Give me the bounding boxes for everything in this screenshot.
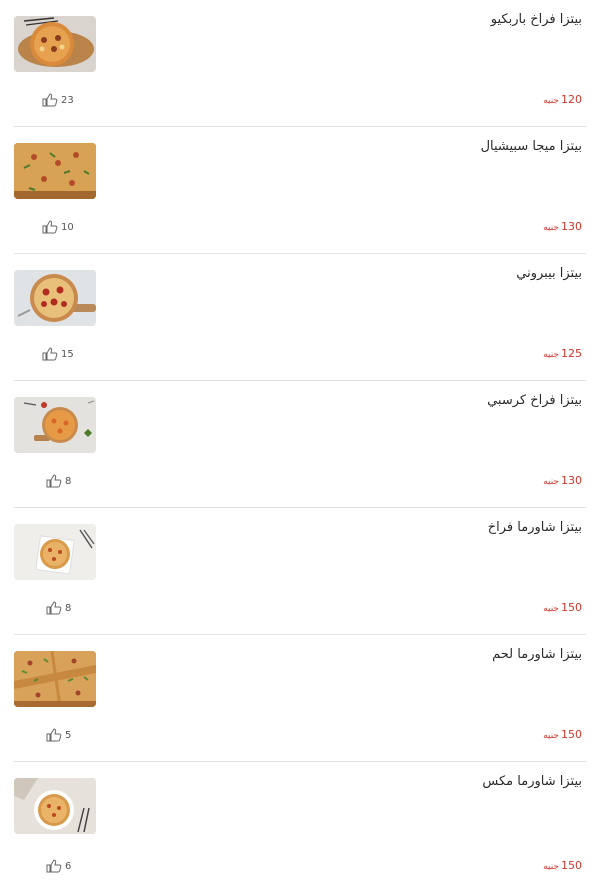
item-title: بيتزا شاورما مكس <box>482 774 582 789</box>
like-count: 15 <box>61 348 74 360</box>
price-currency: جنيه <box>543 731 559 741</box>
thumbs-up-icon <box>46 601 62 615</box>
price-amount: 150 <box>561 601 582 614</box>
like-button[interactable]: 6 <box>46 858 71 874</box>
like-count: 8 <box>65 602 72 614</box>
like-count: 8 <box>65 475 72 487</box>
thumbs-up-icon <box>46 474 62 488</box>
thumbs-up-icon <box>46 728 62 742</box>
like-count: 6 <box>65 860 72 872</box>
like-count: 23 <box>61 94 74 106</box>
list-item[interactable]: بيتزا شاورما فراخ 8 150 جنيه <box>0 508 600 635</box>
price-amount: 130 <box>561 474 582 487</box>
price-amount: 150 <box>561 728 582 741</box>
price-currency: جنيه <box>543 604 559 614</box>
item-title: بيتزا فراخ كرسبي <box>487 393 582 408</box>
item-price: 150 جنيه <box>543 601 582 614</box>
item-image[interactable] <box>14 778 96 834</box>
thumbs-up-icon <box>46 859 62 873</box>
price-amount: 150 <box>561 859 582 872</box>
item-title: بيتزا فراخ باربكيو <box>490 12 582 27</box>
list-item[interactable]: بيتزا فراخ باربكيو 23 120 جنيه <box>0 0 600 127</box>
item-price: 150 جنيه <box>543 859 582 872</box>
thumbs-up-icon <box>42 93 58 107</box>
list-item[interactable]: بيتزا ميجا سبيشيال 10 130 جنيه <box>0 127 600 254</box>
item-image[interactable] <box>14 270 96 326</box>
item-image[interactable] <box>14 397 96 453</box>
price-currency: جنيه <box>543 350 559 360</box>
item-title: بيتزا شاورما فراخ <box>487 520 582 535</box>
menu-list: بيتزا فراخ باربكيو 23 120 جنيه بيتزا ميج… <box>0 0 600 887</box>
price-amount: 125 <box>561 347 582 360</box>
item-price: 120 جنيه <box>543 93 582 106</box>
list-item[interactable]: بيتزا شاورما مكس 6 150 جنيه <box>0 762 600 887</box>
price-amount: 130 <box>561 220 582 233</box>
price-currency: جنيه <box>543 477 559 487</box>
price-currency: جنيه <box>543 96 559 106</box>
item-price: 130 جنيه <box>543 474 582 487</box>
list-item[interactable]: بيتزا بيبروني 15 125 جنيه <box>0 254 600 381</box>
item-title: بيتزا ميجا سبيشيال <box>480 139 582 154</box>
price-currency: جنيه <box>543 223 559 233</box>
list-item[interactable]: بيتزا شاورما لحم 5 150 جنيه <box>0 635 600 762</box>
item-image[interactable] <box>14 143 96 199</box>
list-item[interactable]: بيتزا فراخ كرسبي 8 130 جنيه <box>0 381 600 508</box>
like-button[interactable]: 5 <box>46 727 71 743</box>
item-price: 150 جنيه <box>543 728 582 741</box>
item-image[interactable] <box>14 651 96 707</box>
item-title: بيتزا بيبروني <box>516 266 582 281</box>
like-count: 10 <box>61 221 74 233</box>
like-count: 5 <box>65 729 72 741</box>
item-image[interactable] <box>14 524 96 580</box>
price-amount: 120 <box>561 93 582 106</box>
item-price: 125 جنيه <box>543 347 582 360</box>
like-button[interactable]: 23 <box>42 92 74 108</box>
like-button[interactable]: 8 <box>46 600 71 616</box>
item-image[interactable] <box>14 16 96 72</box>
like-button[interactable]: 10 <box>42 219 74 235</box>
thumbs-up-icon <box>42 347 58 361</box>
thumbs-up-icon <box>42 220 58 234</box>
price-currency: جنيه <box>543 862 559 872</box>
item-title: بيتزا شاورما لحم <box>492 647 582 662</box>
like-button[interactable]: 8 <box>46 473 71 489</box>
like-button[interactable]: 15 <box>42 346 74 362</box>
item-price: 130 جنيه <box>543 220 582 233</box>
